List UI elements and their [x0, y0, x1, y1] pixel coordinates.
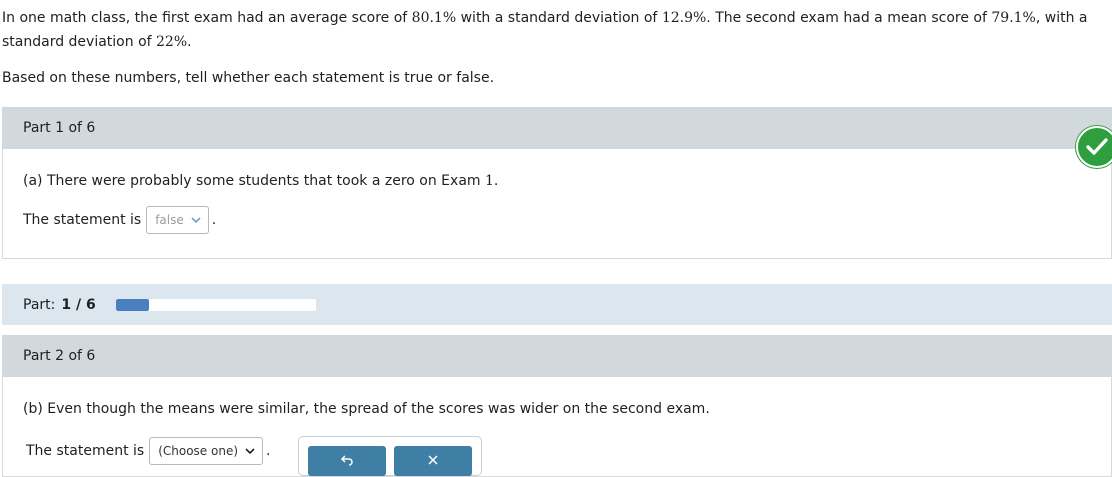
exam1-sd: 12.9%: [661, 10, 707, 26]
part1-header: Part 1 of 6: [2, 107, 1112, 149]
undo-icon: [340, 452, 354, 471]
part1-question-text: (a) There were probably some students th…: [23, 173, 485, 189]
progress-current: 1 / 6: [61, 296, 96, 313]
progress-label: Part:: [23, 296, 56, 313]
problem-intro: In one math class, the first exam had an…: [2, 6, 1110, 54]
part2-body: (b) Even though the means were similar, …: [2, 377, 1112, 477]
undo-button[interactable]: [308, 446, 386, 476]
clear-button[interactable]: [394, 446, 472, 476]
part2-statement: The statement is (Choose one) .: [26, 437, 270, 465]
part1-body: (a) There were probably some students th…: [2, 149, 1112, 259]
part2-selected-value: (Choose one): [158, 444, 239, 458]
chevron-down-icon: [190, 214, 202, 226]
intro-text-2: with a standard deviation of: [456, 10, 662, 26]
clear-x-icon: [426, 452, 440, 471]
progress-bar: [115, 298, 316, 311]
part1-period: .: [211, 212, 217, 228]
part1-answer-select[interactable]: false: [146, 206, 209, 234]
part2-header: Part 2 of 6: [2, 335, 1112, 377]
intro-text-5: .: [187, 34, 192, 50]
part1-question-num: 1.: [484, 173, 499, 189]
part2-statement-label: The statement is: [26, 443, 145, 459]
part1-statement: The statement is false .: [23, 206, 216, 234]
intro-text-3: . The second exam had a mean score of: [706, 10, 992, 26]
intro-text-1: In one math class, the first exam had an…: [2, 10, 412, 26]
part2-period: .: [266, 443, 271, 459]
chevron-down-icon: [244, 445, 256, 457]
part2-question: (b) Even though the means were similar, …: [23, 401, 710, 417]
check-circle-icon: [1076, 126, 1112, 168]
part2-answer-select[interactable]: (Choose one): [149, 437, 264, 465]
answer-toolbar: [298, 436, 482, 476]
part1-question: (a) There were probably some students th…: [23, 171, 498, 191]
instruction-text: Based on these numbers, tell whether eac…: [2, 70, 495, 86]
exam1-mean: 80.1%: [411, 10, 457, 26]
part1-selected-value: false: [155, 213, 184, 227]
part1-statement-label: The statement is: [23, 212, 142, 228]
exam2-sd: 22%: [156, 34, 188, 50]
progress-fill: [115, 298, 150, 311]
exam2-mean: 79.1%: [991, 10, 1036, 26]
part-progress: Part: 1 / 6: [2, 284, 1112, 325]
